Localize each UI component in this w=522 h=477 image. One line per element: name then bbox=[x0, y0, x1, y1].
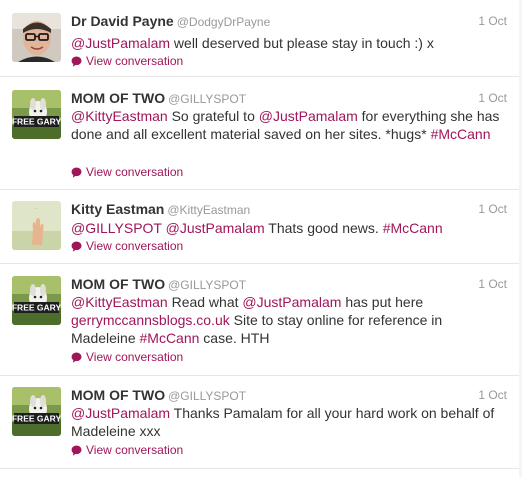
speech-bubble-icon bbox=[71, 56, 82, 67]
free-gary-avatar-text: FREE GARY bbox=[12, 414, 61, 424]
author-name[interactable]: MOM OF TWO bbox=[71, 90, 165, 106]
mention-link[interactable]: @JustPamalam bbox=[259, 108, 358, 124]
tweet-header: MOM OF TWO @GILLYSPOT 1 Oct bbox=[71, 90, 507, 108]
tweet-text-segment: has put here bbox=[341, 294, 424, 310]
tweet-text-segment: Read what bbox=[167, 294, 243, 310]
avatar[interactable] bbox=[12, 13, 61, 62]
avatar[interactable]: FREE GARY bbox=[12, 90, 61, 139]
view-conversation-label: View conversation bbox=[86, 239, 184, 253]
tweet-header: Dr David Payne @DodgyDrPayne 1 Oct bbox=[71, 13, 507, 31]
mention-link[interactable]: @JustPamalam bbox=[242, 294, 341, 310]
author-handle[interactable]: @KittyEastman bbox=[167, 203, 250, 217]
tweet-timestamp[interactable]: 1 Oct bbox=[478, 202, 507, 216]
author-name[interactable]: MOM OF TWO bbox=[71, 276, 165, 292]
tweet[interactable]: FREE GARY MOM OF TWO @GILLYSPOT 1 Oct @Ju… bbox=[0, 376, 519, 469]
author-handle[interactable]: @DodgyDrPayne bbox=[177, 15, 271, 29]
tweet-text-segment: well deserved but please stay in touch :… bbox=[170, 35, 434, 51]
tweet-text: @KittyEastman Read what @JustPamalam has… bbox=[71, 293, 507, 347]
man-with-glasses-avatar-icon bbox=[12, 13, 61, 62]
author-name[interactable]: Kitty Eastman bbox=[71, 201, 164, 217]
tweet-text: @JustPamalam Thanks Pamalam for all your… bbox=[71, 404, 507, 440]
hashtag-link[interactable]: #McCann bbox=[383, 220, 443, 236]
tweet-text: @JustPamalam well deserved but please st… bbox=[71, 34, 507, 52]
view-conversation-label: View conversation bbox=[86, 54, 184, 68]
hashtag-link[interactable]: #McCann bbox=[140, 330, 200, 346]
speech-bubble-icon bbox=[71, 445, 82, 456]
view-conversation-link[interactable]: View conversation bbox=[71, 442, 183, 458]
mention-link[interactable]: @JustPamalam bbox=[71, 35, 170, 51]
tweet[interactable]: Dr David Payne @DodgyDrPayne 1 Oct @JustP… bbox=[0, 0, 519, 77]
svg-text:~: ~ bbox=[36, 207, 38, 211]
author-handle[interactable]: @GILLYSPOT bbox=[168, 278, 246, 292]
mention-link[interactable]: @GILLYSPOT bbox=[71, 220, 162, 236]
tweet-timestamp[interactable]: 1 Oct bbox=[478, 14, 507, 28]
tweet-timestamp[interactable]: 1 Oct bbox=[478, 277, 507, 291]
mention-link[interactable]: @JustPamalam bbox=[166, 220, 265, 236]
mention-link[interactable]: @JustPamalam bbox=[71, 405, 170, 421]
speech-bubble-icon bbox=[71, 167, 82, 178]
author-handle[interactable]: @GILLYSPOT bbox=[168, 389, 246, 403]
author-name[interactable]: Dr David Payne bbox=[71, 13, 174, 29]
tweet-timestamp[interactable]: 1 Oct bbox=[478, 388, 507, 402]
view-conversation-link[interactable]: View conversation bbox=[71, 53, 183, 69]
view-conversation-label: View conversation bbox=[86, 350, 184, 364]
tweet-text-segment: case. HTH bbox=[199, 330, 270, 346]
tweet[interactable]: ~ Kitty Eastman @KittyEastman 1 Oct @GILL… bbox=[0, 190, 519, 264]
hand-photo-avatar-icon: ~ bbox=[12, 201, 61, 250]
view-conversation-link[interactable]: View conversation bbox=[71, 349, 183, 365]
tweet-header: Kitty Eastman @KittyEastman 1 Oct bbox=[71, 201, 507, 219]
tweet-feed: Dr David Payne @DodgyDrPayne 1 Oct @JustP… bbox=[0, 0, 520, 477]
tweet-text: @KittyEastman So grateful to @JustPamala… bbox=[71, 107, 507, 143]
speech-bubble-icon bbox=[71, 352, 82, 363]
view-conversation-link[interactable]: View conversation bbox=[71, 164, 183, 180]
free-gary-dog-avatar-icon: FREE GARY bbox=[12, 387, 61, 436]
view-conversation-label: View conversation bbox=[86, 165, 184, 179]
avatar[interactable]: ~ bbox=[12, 201, 61, 250]
tweet-timestamp[interactable]: 1 Oct bbox=[478, 91, 507, 105]
mention-link[interactable]: @KittyEastman bbox=[71, 294, 168, 310]
free-gary-avatar-text: FREE GARY bbox=[12, 117, 61, 127]
author-handle[interactable]: @GILLYSPOT bbox=[168, 92, 246, 106]
tweet-header: MOM OF TWO @GILLYSPOT 1 Oct bbox=[71, 387, 507, 405]
hashtag-link[interactable]: #McCann bbox=[431, 126, 491, 142]
speech-bubble-icon bbox=[71, 241, 82, 252]
view-conversation-link[interactable]: View conversation bbox=[71, 238, 183, 254]
avatar[interactable]: FREE GARY bbox=[12, 387, 61, 436]
author-name[interactable]: MOM OF TWO bbox=[71, 387, 165, 403]
tweet-text: @GILLYSPOT @JustPamalam Thats good news.… bbox=[71, 219, 507, 237]
tweet-text-segment: Thats good news. bbox=[264, 220, 383, 236]
url-link[interactable]: gerrymccannsblogs.co.uk bbox=[71, 312, 230, 328]
tweet[interactable]: FREE GARY MOM OF TWO @GILLYSPOT 1 Oct @Ki… bbox=[0, 77, 519, 190]
avatar[interactable]: FREE GARY bbox=[12, 276, 61, 325]
tweet[interactable]: FREE GARY MOM OF TWO @GILLYSPOT 1 Oct @Ki… bbox=[0, 264, 519, 376]
tweet-text-segment: So grateful to bbox=[167, 108, 259, 124]
view-conversation-label: View conversation bbox=[86, 443, 184, 457]
tweet-header: MOM OF TWO @GILLYSPOT 1 Oct bbox=[71, 276, 507, 294]
mention-link[interactable]: @KittyEastman bbox=[71, 108, 168, 124]
free-gary-avatar-text: FREE GARY bbox=[12, 303, 61, 313]
free-gary-dog-avatar-icon: FREE GARY bbox=[12, 90, 61, 139]
free-gary-dog-avatar-icon: FREE GARY bbox=[12, 276, 61, 325]
